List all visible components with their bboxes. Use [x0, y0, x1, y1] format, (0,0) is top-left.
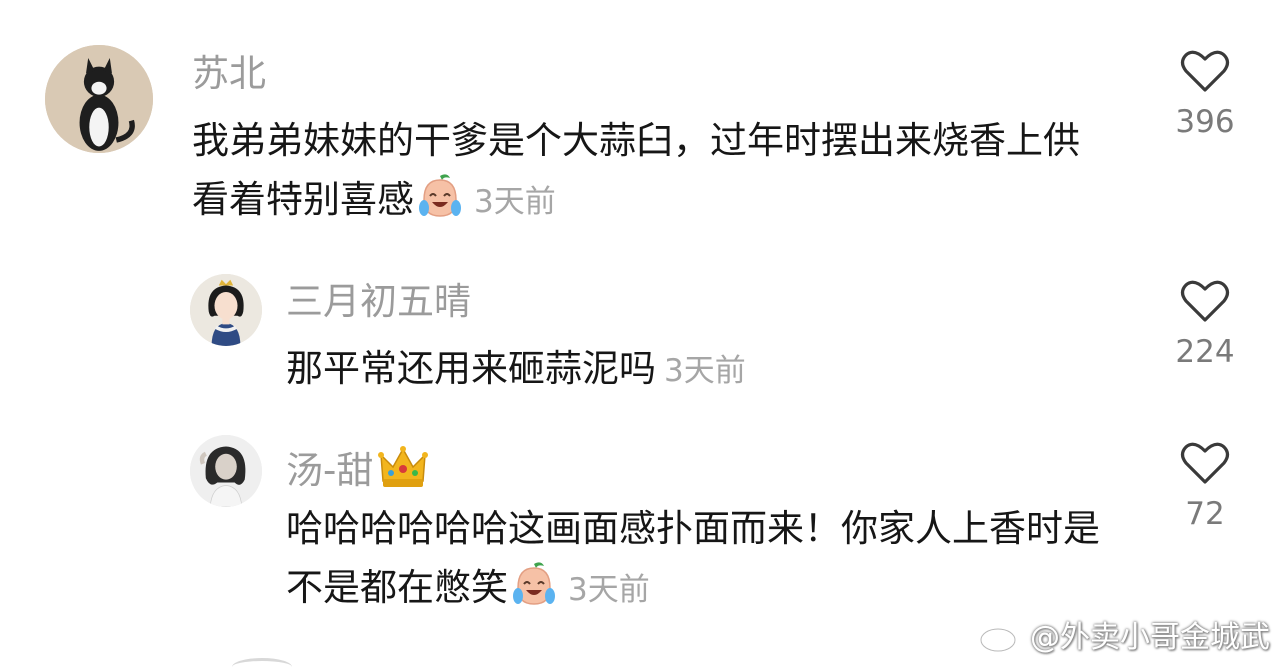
username[interactable]: 汤-甜	[286, 443, 429, 493]
princess-avatar-image	[190, 274, 262, 346]
comment-time: 3天前	[568, 572, 650, 608]
cat-avatar-image	[45, 45, 153, 153]
comment-time: 3天前	[664, 353, 746, 389]
avatar[interactable]	[45, 45, 153, 153]
watermark-text: @外卖小哥金城武	[1030, 620, 1270, 655]
comment-body: 那平常还用来砸蒜泥吗	[286, 347, 656, 390]
crown-icon	[378, 446, 429, 487]
like-count: 396	[1175, 104, 1235, 140]
avatar[interactable]	[190, 274, 262, 346]
like-button[interactable]: 224	[1155, 278, 1255, 370]
heart-outline-icon[interactable]	[1180, 278, 1230, 324]
like-count: 224	[1175, 334, 1235, 370]
comment-thread: 苏北 我弟弟妹妹的干爹是个大蒜臼，过年时摆出来烧香上供看着特别喜感 3天前 39…	[0, 0, 1284, 668]
comment-body: 我弟弟妹妹的干爹是个大蒜臼，过年时摆出来烧香上供看着特别喜感	[192, 119, 1080, 221]
heart-outline-icon[interactable]	[1180, 48, 1230, 94]
like-button[interactable]: 72	[1155, 440, 1255, 532]
comment-time: 3天前	[474, 184, 556, 220]
username[interactable]: 苏北	[192, 52, 266, 96]
comment-text: 哈哈哈哈哈哈这画面感扑面而来！你家人上香时是不是都在憋笑 3天前	[286, 500, 1116, 619]
watermark: @外卖小哥金城武	[978, 612, 1270, 656]
avatar[interactable]	[190, 435, 262, 507]
laugh-cry-emoji-icon	[513, 562, 555, 605]
comment-text: 那平常还用来砸蒜泥吗 3天前	[286, 340, 1106, 400]
weibo-logo-icon	[979, 618, 1022, 653]
comment-text: 我弟弟妹妹的干爹是个大蒜臼，过年时摆出来烧香上供看着特别喜感 3天前	[192, 112, 1112, 231]
portrait-avatar-image	[190, 435, 262, 507]
comment-body: 哈哈哈哈哈哈这画面感扑面而来！你家人上香时是不是都在憋笑	[286, 507, 1100, 609]
laugh-cry-emoji-icon	[419, 174, 461, 217]
heart-outline-icon[interactable]	[1180, 440, 1230, 486]
like-count: 72	[1185, 496, 1225, 532]
username[interactable]: 三月初五晴	[286, 280, 471, 324]
username-text[interactable]: 汤-甜	[286, 449, 373, 492]
like-button[interactable]: 396	[1155, 48, 1255, 140]
next-avatar-edge	[232, 658, 292, 668]
